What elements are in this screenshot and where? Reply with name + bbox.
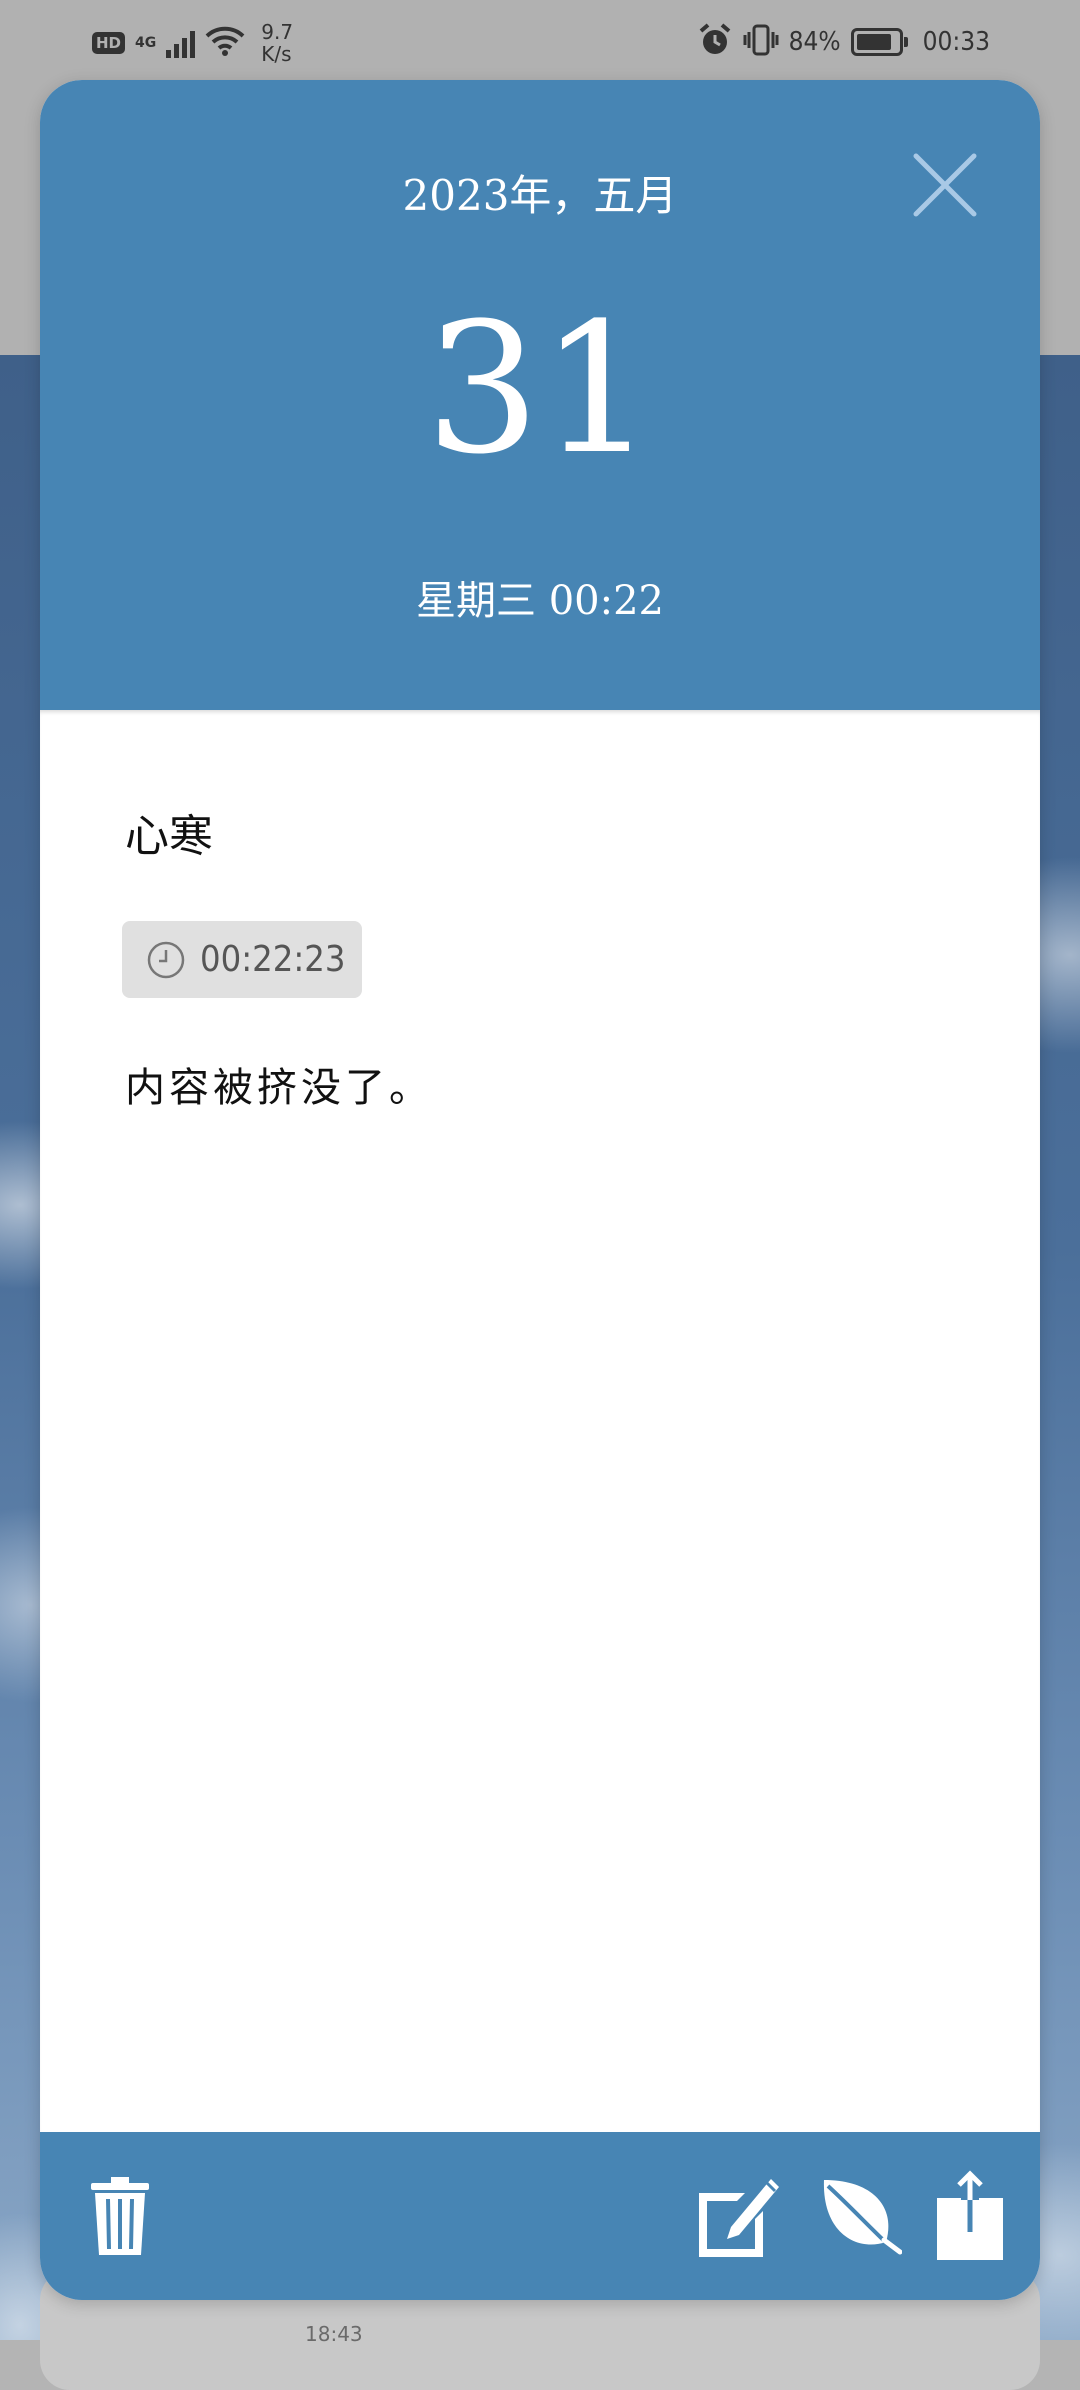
timestamp-value: 00:22:23: [200, 939, 346, 980]
trash-icon: [91, 2177, 149, 2255]
year-month-label: 2023年，五月: [402, 171, 678, 220]
timestamp-chip: 00:22:23: [122, 921, 362, 998]
network-speed-unit: K/s: [261, 42, 292, 66]
leaf-icon: [823, 2180, 902, 2256]
note-body: 心寒 00:22:23 内容被挤没了。: [40, 710, 1040, 2132]
action-toolbar: [40, 2132, 1040, 2300]
share-icon: [937, 2170, 1003, 2260]
share-button[interactable]: [920, 2132, 1020, 2300]
weekday-time-label: 星期三 00:22: [416, 578, 664, 624]
network-speed: 9.7 K/s: [261, 21, 293, 65]
battery-icon: [850, 28, 908, 56]
network-type-label: 4G: [135, 35, 157, 51]
battery-percent: 84%: [788, 27, 841, 57]
vibrate-icon: [743, 23, 779, 61]
note-title: 心寒: [125, 811, 213, 862]
signal-icon: [166, 28, 196, 58]
battery-fill: [856, 34, 891, 50]
clock-icon: [147, 941, 185, 978]
edit-icon: [699, 2179, 779, 2257]
status-bar-right: 84% 00:33: [697, 20, 990, 64]
close-button[interactable]: [910, 150, 980, 220]
network-speed-value: 9.7: [261, 20, 294, 44]
background-card-text: 18:43: [305, 2322, 363, 2346]
status-bar-left: HD 4G 9.7 K/s: [92, 18, 293, 68]
leaf-button[interactable]: [810, 2132, 910, 2300]
wifi-icon: [205, 25, 245, 61]
close-icon: [913, 153, 977, 217]
note-detail-dialog: 2023年，五月 31 星期三 00:22 心寒 00:22:23 内容被挤没了…: [40, 80, 1040, 2300]
day-number: 31: [425, 285, 655, 494]
edit-button[interactable]: [690, 2132, 790, 2300]
clock-time: 00:33: [922, 27, 990, 57]
alarm-icon: [697, 22, 733, 62]
hd-badge: HD: [92, 32, 126, 54]
status-bar: HD 4G 9.7 K/s 84% 00:33: [0, 0, 1080, 80]
note-content[interactable]: 内容被挤没了。: [125, 1055, 433, 1113]
date-header: 2023年，五月 31 星期三 00:22: [40, 80, 1040, 710]
delete-button[interactable]: [70, 2132, 170, 2300]
